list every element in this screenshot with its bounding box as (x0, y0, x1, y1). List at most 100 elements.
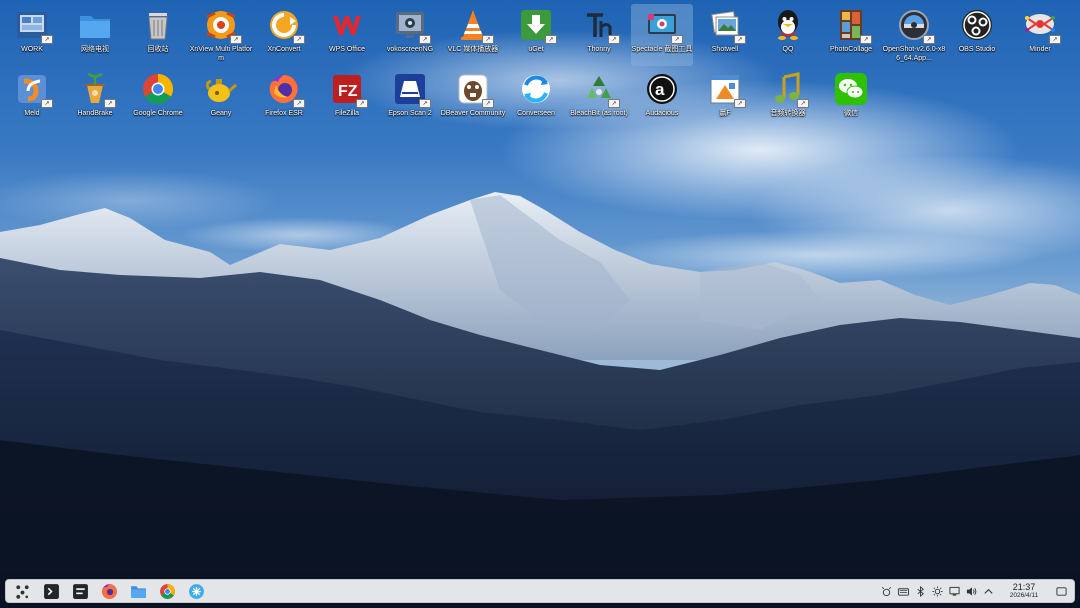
desktop-icon-label: Firefox ESR (265, 110, 303, 117)
desktop-icon-dbeaver[interactable]: ↗ DBeaver Community (441, 68, 505, 130)
openshot-icon: ↗ (896, 7, 935, 44)
uget-icon: ↗ (518, 7, 557, 44)
desktop-icon-spectacle[interactable]: ↗ Spectacle 截图工具 (631, 4, 693, 66)
desktop-icon-shotwell[interactable]: ↗ Shotwell (694, 4, 756, 66)
thonny-icon: ↗ (581, 7, 620, 44)
wps-office-icon (329, 7, 365, 43)
desktop-icon-converseen[interactable]: Converseen (505, 68, 567, 130)
desktop-icon-minder[interactable]: ↗ Minder (1009, 4, 1071, 66)
keyboard-icon (898, 587, 909, 596)
network-icon (949, 586, 960, 596)
clock-time: 21:37 (1012, 582, 1036, 592)
desktop-icon-openshot[interactable]: ↗ OpenShot-v2.6.0-x86_64.App... (883, 4, 945, 66)
clock-date: 2026/4/11 (1009, 592, 1039, 599)
input-method-icon (882, 586, 891, 596)
desktop-icon-label: BleachBit (as root) (570, 110, 628, 117)
taskbar-system-monitor[interactable] (67, 581, 93, 601)
desktop-icon-work[interactable]: ↗ WORK (1, 4, 63, 66)
taskbar-file-manager[interactable] (125, 581, 151, 601)
desktop-icon-label: XnConvert (267, 46, 301, 53)
desktop-icon-grid: ↗ WORK 网络电视 回收站 ↗ XnView Multi Platform … (0, 0, 1080, 135)
desktop-icon-label: Minder (1029, 46, 1051, 53)
bleachbit-icon: ↗ (581, 71, 620, 108)
tray-brightness[interactable] (929, 581, 946, 601)
desktop-icon-label: WORK (21, 46, 43, 53)
tray-input-method[interactable] (878, 581, 895, 601)
tray-network[interactable] (946, 581, 963, 601)
desktop-icon-label: Thonny (587, 46, 611, 53)
bluetooth-icon (917, 585, 924, 597)
volume-icon (966, 586, 977, 596)
discover-icon (188, 583, 204, 599)
desktop-icon-handbrake[interactable]: ↗ HandBrake (64, 68, 126, 130)
geany-icon (203, 71, 239, 107)
taskbar-app-launcher[interactable] (9, 581, 35, 601)
desktop-icon-audacious[interactable]: a Audacious (631, 68, 693, 130)
desktop-icon-firefox-esr[interactable]: ↗ Firefox ESR (253, 68, 315, 130)
desktop-icon-wechat[interactable]: 微信 (820, 68, 882, 130)
desktop-icon-qq[interactable]: QQ (757, 4, 819, 66)
desktop-icon-label: 微信 (844, 110, 858, 117)
audio-converter-icon: ↗ (770, 71, 809, 108)
xnview-icon: ↗ (203, 7, 242, 44)
desktop-icon-network-tv[interactable]: 网络电视 (64, 4, 126, 66)
desktop-icon-label: uGet (528, 46, 544, 53)
qq-icon (770, 7, 806, 43)
taskbar-terminal[interactable] (38, 581, 64, 601)
desktop-icon-google-chrome[interactable]: Google Chrome (127, 68, 189, 130)
desktop-icon-label: OpenShot-v2.6.0-x86_64.App... (882, 46, 946, 62)
desktop-icon-thonny[interactable]: ↗ Thonny (568, 4, 630, 66)
desktop-icon-geany[interactable]: Geany (190, 68, 252, 130)
desktop-icon-wps-office[interactable]: WPS Office (316, 4, 378, 66)
taskbar-firefox[interactable] (96, 581, 122, 601)
tray-expand[interactable] (980, 581, 997, 601)
desktop-icon-label: 音频转换器 (770, 110, 806, 117)
desktop-icon-label: vokoscreenNG (386, 46, 434, 53)
desktop-icon-label: Epson Scan 2 (388, 110, 432, 117)
desktop-icon-obs-studio[interactable]: OBS Studio (946, 4, 1008, 66)
xnconvert-icon: ↗ (266, 7, 305, 44)
system-monitor-icon (72, 583, 88, 599)
taskbar-chrome[interactable] (154, 581, 180, 601)
taskbar-clock[interactable]: 21:37 2026/4/11 (1001, 582, 1047, 600)
desktop-icon-meld[interactable]: ↗ Meld (1, 68, 63, 130)
tray-volume[interactable] (963, 581, 980, 601)
system-tray: 21:37 2026/4/11 (878, 580, 1074, 602)
firefox-icon (101, 583, 117, 599)
desktop-icon-label: 网络电视 (81, 46, 109, 53)
desktop-icon-label: FileZilla (334, 110, 360, 117)
photocollage-icon: ↗ (833, 7, 872, 44)
desktop-icon-uget[interactable]: ↗ uGet (505, 4, 567, 66)
desktop-icon-bleachbit[interactable]: ↗ BleachBit (as root) (568, 68, 630, 130)
folder-icon (77, 7, 113, 43)
audacious-icon: a (644, 71, 680, 107)
work-folder-icon: ↗ (14, 7, 53, 44)
desktop-icon-photocollage[interactable]: ↗ PhotoCollage (820, 4, 882, 66)
shotwell-icon: ↗ (707, 7, 746, 44)
folder-icon (130, 585, 146, 598)
desktop-icon-presenter[interactable]: ↗ 赢F (694, 68, 756, 130)
desktop-icon-vlc[interactable]: ↗ VLC 媒体播放器 (442, 4, 504, 66)
show-desktop-icon (1055, 586, 1067, 596)
desktop-icon-xnview[interactable]: ↗ XnView Multi Platform (190, 4, 252, 66)
minder-icon: ↗ (1022, 7, 1061, 44)
desktop-icon-vokoscreen[interactable]: ↗ vokoscreenNG (379, 4, 441, 66)
tray-expand-icon (984, 588, 993, 594)
desktop-icon-epson-scan[interactable]: ↗ Epson Scan 2 (379, 68, 441, 130)
show-desktop-button[interactable] (1051, 581, 1071, 601)
desktop-icon-audio-converter[interactable]: ↗ 音频转换器 (757, 68, 819, 130)
desktop-icon-label: Converseen (517, 110, 555, 117)
terminal-icon (43, 583, 59, 599)
google-chrome-icon (140, 71, 176, 107)
desktop-icon-xnconvert[interactable]: ↗ XnConvert (253, 4, 315, 66)
desktop-icon-trash[interactable]: 回收站 (127, 4, 189, 66)
spectacle-icon: ↗ (644, 7, 683, 44)
desktop-icon-label: QQ (782, 46, 794, 53)
firefox-icon: ↗ (266, 71, 305, 108)
taskbar: 21:37 2026/4/11 (5, 579, 1075, 603)
tray-keyboard[interactable] (895, 581, 912, 601)
desktop-icon-filezilla[interactable]: FZ ↗ FileZilla (316, 68, 378, 130)
desktop-icon-label: Meld (24, 110, 40, 117)
taskbar-discover[interactable] (183, 581, 209, 601)
tray-bluetooth[interactable] (912, 581, 929, 601)
